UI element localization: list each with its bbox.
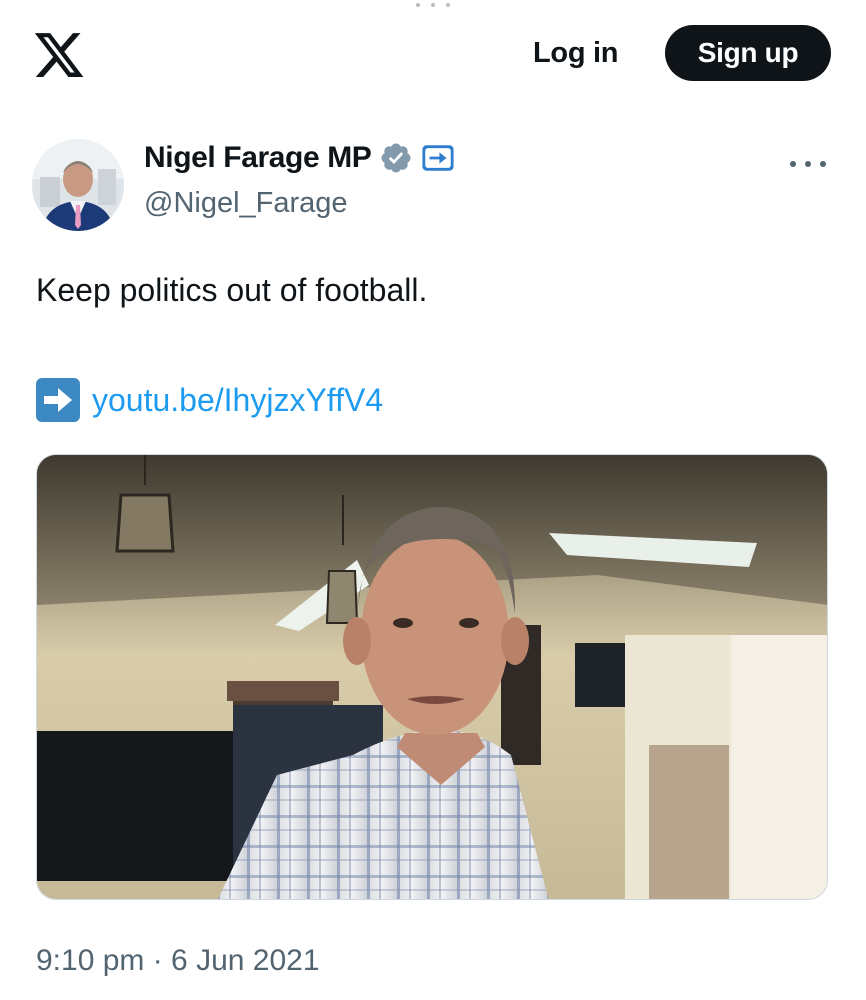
dot-icon bbox=[431, 3, 435, 7]
dot-icon bbox=[446, 3, 450, 7]
link-text: youtu.be/IhyjzxYffV4 bbox=[92, 381, 384, 418]
x-logo-icon[interactable] bbox=[32, 28, 86, 82]
display-name: Nigel Farage MP bbox=[144, 141, 372, 174]
drag-handle[interactable] bbox=[416, 0, 450, 10]
signup-button[interactable]: Sign up bbox=[665, 25, 831, 81]
video-thumbnail[interactable] bbox=[36, 454, 828, 900]
video-frame bbox=[37, 455, 827, 899]
more-options-icon[interactable] bbox=[790, 157, 826, 171]
top-bar: Log in Sign up bbox=[0, 20, 866, 90]
login-link[interactable]: Log in bbox=[533, 37, 618, 70]
author-name-row[interactable]: Nigel Farage MP bbox=[144, 141, 455, 175]
dot-icon bbox=[416, 3, 420, 7]
tweet-timestamp[interactable]: 9:10 pm · 6 Jun 2021 bbox=[36, 944, 320, 978]
avatar-photo bbox=[32, 139, 124, 231]
avatar[interactable] bbox=[32, 139, 124, 231]
arrow-right-icon bbox=[36, 378, 80, 422]
verified-badge-icon bbox=[381, 143, 411, 173]
tweet-author: Nigel Farage MP @Nigel_Farage bbox=[0, 135, 866, 235]
affiliation-badge-icon bbox=[422, 145, 454, 171]
tweet-text: Keep politics out of football. bbox=[36, 272, 428, 308]
tweet-link[interactable]: youtu.be/IhyjzxYffV4 bbox=[36, 378, 383, 422]
author-handle[interactable]: @Nigel_Farage bbox=[144, 187, 348, 220]
